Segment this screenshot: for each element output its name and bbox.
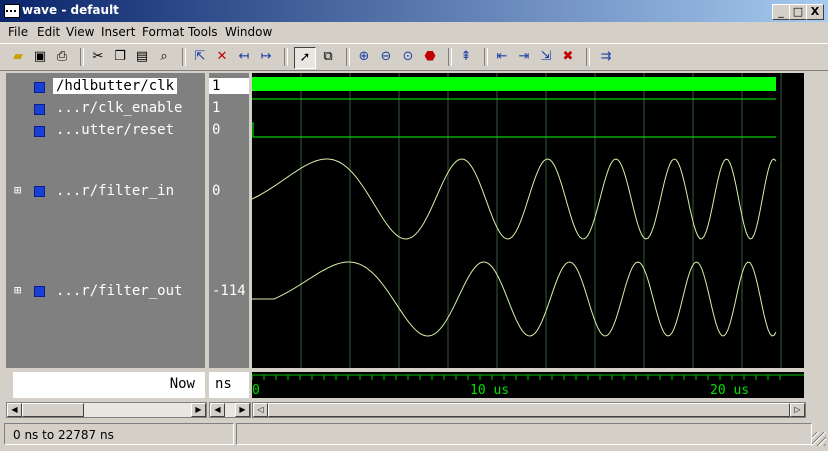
title-bar[interactable]: wave - default _ □ X xyxy=(0,0,828,22)
print-icon[interactable]: ⎙ xyxy=(52,47,72,67)
scroll-thumb[interactable] xyxy=(268,403,790,417)
menu-tools[interactable]: Tools xyxy=(188,25,218,39)
toolbar-separator xyxy=(484,48,488,66)
toolbar-separator xyxy=(284,48,288,66)
signal-bus-icon xyxy=(34,186,45,197)
find-previous-edge-icon[interactable]: ↤ xyxy=(234,47,254,67)
expand-plus-icon[interactable]: ⊞ xyxy=(14,183,21,197)
scroll-left-arrow-icon[interactable]: ◁ xyxy=(253,403,268,417)
resize-grip-icon[interactable] xyxy=(812,432,826,446)
scroll-right-arrow-icon[interactable]: ▶ xyxy=(191,403,206,417)
close-button[interactable]: X xyxy=(806,4,824,20)
names-hscrollbar[interactable]: ◀ ▶ xyxy=(6,402,207,418)
signal-value-clk: 1 xyxy=(209,78,249,94)
zoom-in-icon[interactable]: ⊕ xyxy=(354,47,374,67)
find-icon[interactable]: ⌕ xyxy=(154,47,174,67)
toolbar-separator xyxy=(586,48,590,66)
cut-icon[interactable]: ✂ xyxy=(88,47,108,67)
scroll-left-arrow-icon[interactable]: ◀ xyxy=(210,403,225,417)
filter-out-waveform xyxy=(252,261,777,337)
time-unit-cell: ns xyxy=(209,372,249,398)
vertical-scrollbar[interactable] xyxy=(807,73,824,368)
status-range-text: 0 ns to 22787 ns xyxy=(13,428,114,442)
maximize-button[interactable]: □ xyxy=(789,4,807,20)
next-transition-icon[interactable]: ⇥ xyxy=(514,47,534,67)
wave-app-icon xyxy=(4,4,20,18)
toolbar-separator xyxy=(448,48,452,66)
wave-hscrollbar[interactable]: ◁ ▷ xyxy=(252,402,806,418)
signal-value-clk-enable: 1 xyxy=(212,100,221,116)
signal-name-clk-enable[interactable]: ...r/clk_enable xyxy=(56,100,182,116)
status-message-cell xyxy=(236,423,812,445)
status-bar: 0 ns to 22787 ns xyxy=(0,420,828,451)
signal-values-panel[interactable]: 1 1 0 0 -114 xyxy=(209,73,249,368)
toolbar-separator xyxy=(182,48,186,66)
stop-sign-icon[interactable]: ⬣ xyxy=(420,47,440,67)
zoom-mode-icon[interactable]: ⧉ xyxy=(318,47,338,67)
find-next-edge-icon[interactable]: ↦ xyxy=(256,47,276,67)
toolbar-separator xyxy=(346,48,350,66)
reset-waveform xyxy=(252,122,776,138)
minimize-button[interactable]: _ xyxy=(772,4,790,20)
open-folder-icon[interactable]: ▰ xyxy=(8,47,28,67)
insert-divider-icon[interactable]: ⇞ xyxy=(456,47,476,67)
signal-name-reset[interactable]: ...utter/reset xyxy=(56,122,174,138)
signal-value-reset: 0 xyxy=(212,122,221,138)
copy-icon[interactable]: ❐ xyxy=(110,47,130,67)
timeline-tick-group xyxy=(252,375,781,380)
select-mode-icon[interactable]: ➚ xyxy=(294,47,316,69)
signal-name-clk[interactable]: /hdlbutter/clk xyxy=(53,78,178,94)
signal-bus-icon xyxy=(34,286,45,297)
window-title: wave - default xyxy=(22,3,119,17)
timeline-label-10us: 10 us xyxy=(470,383,510,398)
save-icon[interactable]: ▣ xyxy=(30,47,50,67)
menu-view[interactable]: View xyxy=(66,25,94,39)
restart-icon[interactable]: ⇉ xyxy=(596,47,616,67)
scroll-right-arrow-icon[interactable]: ▷ xyxy=(790,403,805,417)
expand-plus-icon[interactable]: ⊞ xyxy=(14,283,21,297)
menu-file[interactable]: File xyxy=(8,25,28,39)
zoom-out-icon[interactable]: ⊖ xyxy=(376,47,396,67)
waveform-area[interactable] xyxy=(252,73,804,368)
now-label: Now xyxy=(169,376,195,392)
previous-transition-icon[interactable]: ⇤ xyxy=(492,47,512,67)
signal-names-panel[interactable]: /hdlbutter/clk ...r/clk_enable ...utter/… xyxy=(6,73,205,368)
clk-waveform xyxy=(252,77,776,91)
timeline-label-20us: 20 us xyxy=(710,383,750,398)
menu-bar: File Edit View Insert Format Tools Windo… xyxy=(0,22,828,42)
waveform-canvas xyxy=(252,73,782,368)
status-range-cell: 0 ns to 22787 ns xyxy=(4,423,234,445)
time-unit-label: ns xyxy=(215,376,232,392)
delete-icon[interactable]: ✖ xyxy=(558,47,578,67)
toolbar: ▰ ▣ ⎙ ✂ ❐ ▤ ⌕ ⇱ ✕ ↤ ↦ ➚ ⧉ ⊕ ⊖ ⊙ ⬣ ⇞ ⇤ ⇥ … xyxy=(0,43,828,71)
menu-window[interactable]: Window xyxy=(225,25,272,39)
signal-value-filter-in: 0 xyxy=(212,183,221,199)
signal-name-filter-out[interactable]: ...r/filter_out xyxy=(56,283,182,299)
scroll-left-arrow-icon[interactable]: ◀ xyxy=(7,403,22,417)
signal-icon xyxy=(34,126,45,137)
signal-name-filter-in[interactable]: ...r/filter_in xyxy=(56,183,174,199)
timeline-ruler[interactable]: 0 10 us 20 us xyxy=(252,372,804,398)
toolbar-separator xyxy=(80,48,84,66)
scroll-right-arrow-icon[interactable]: ▶ xyxy=(235,403,250,417)
menu-insert[interactable]: Insert xyxy=(101,25,135,39)
menu-edit[interactable]: Edit xyxy=(37,25,60,39)
zoom-full-icon[interactable]: ⊙ xyxy=(398,47,418,67)
scroll-thumb[interactable] xyxy=(22,403,84,417)
delete-cursor-icon[interactable]: ✕ xyxy=(212,47,232,67)
values-hscrollbar[interactable]: ◀ ▶ xyxy=(209,402,251,418)
filter-in-waveform xyxy=(252,158,777,240)
menu-format[interactable]: Format xyxy=(142,25,184,39)
signal-value-filter-out: -114 xyxy=(212,283,246,299)
signal-icon xyxy=(34,82,45,93)
now-row: Now xyxy=(13,372,205,398)
paste-icon[interactable]: ▤ xyxy=(132,47,152,67)
add-cursor-icon[interactable]: ⇱ xyxy=(190,47,210,67)
signal-icon xyxy=(34,104,45,115)
expand-time-icon[interactable]: ⇲ xyxy=(536,47,556,67)
timeline-label-0: 0 xyxy=(252,383,260,398)
